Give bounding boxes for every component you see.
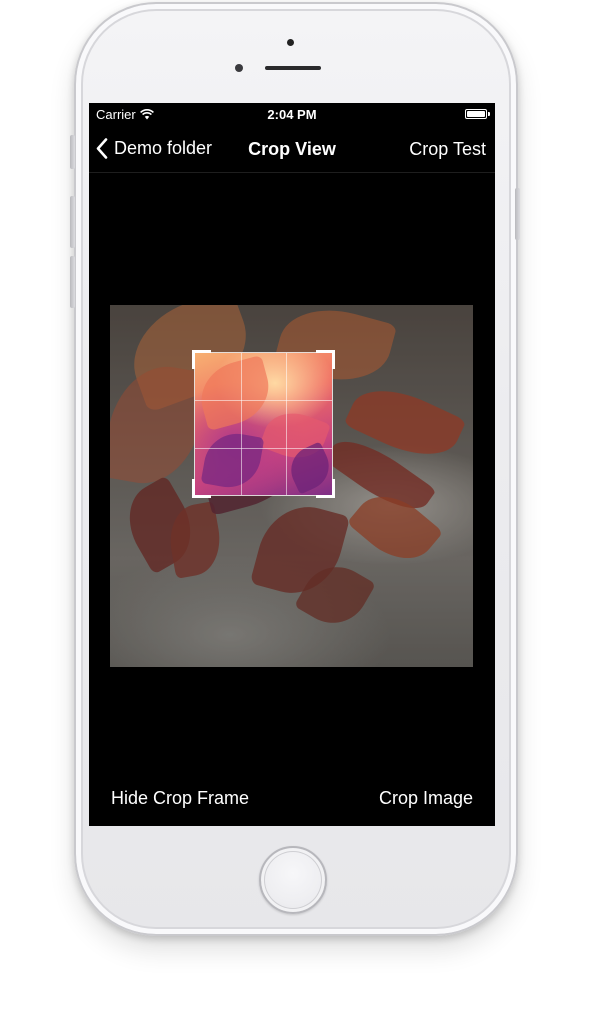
screen: Carrier 2:04 PM Demo folder Crop View Cr… [89,103,495,826]
crop-test-button[interactable]: Crop Test [409,139,486,160]
chevron-left-icon [96,138,108,159]
crop-grid-line [195,447,332,449]
mute-switch [70,135,75,169]
front-camera [235,64,243,72]
crop-handle-bottom-left[interactable] [192,479,211,498]
crop-grid-line [286,353,288,495]
crop-handle-top-left[interactable] [192,350,211,369]
home-button[interactable] [259,846,327,914]
battery-icon [465,109,490,119]
volume-up-button [70,196,75,248]
photo [110,305,473,667]
battery-fill [467,111,485,117]
proximity-sensor [287,39,294,46]
earpiece-speaker [265,66,321,70]
crop-image-button[interactable]: Crop Image [379,788,473,809]
navigation-bar: Demo folder Crop View Crop Test [89,125,495,173]
crop-grid-line [240,353,242,495]
bottom-toolbar: Hide Crop Frame Crop Image [89,783,495,813]
status-time: 2:04 PM [267,107,317,122]
back-button-label: Demo folder [114,138,213,158]
volume-down-button [70,256,75,308]
crop-preview [195,353,332,495]
back-button[interactable]: Demo folder [96,138,212,159]
power-button [515,188,520,240]
crop-grid-line [195,400,332,402]
crop-frame[interactable] [192,350,335,498]
crop-handle-top-right[interactable] [316,350,335,369]
hide-crop-frame-button[interactable]: Hide Crop Frame [111,788,249,809]
status-bar: Carrier 2:04 PM [89,103,495,125]
nav-title: Crop View [248,139,336,159]
crop-handle-bottom-right[interactable] [316,479,335,498]
